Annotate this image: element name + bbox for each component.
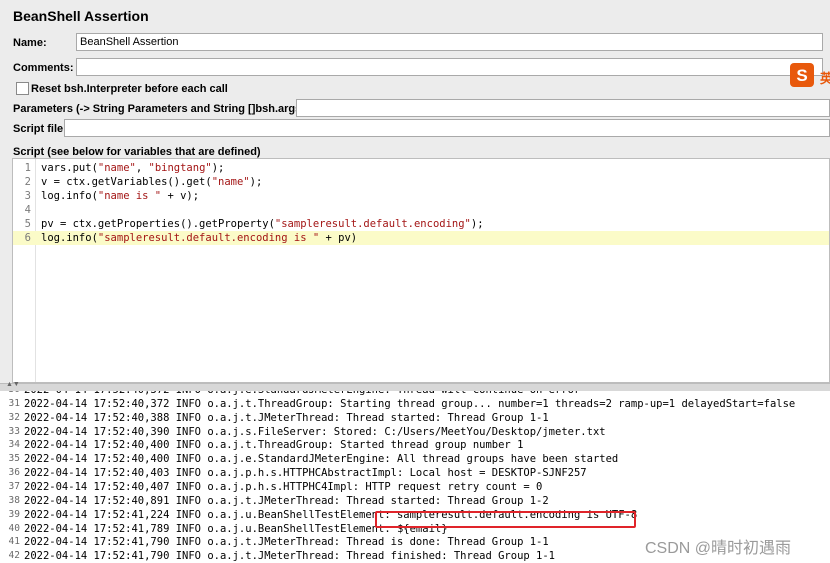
log-line-text: 2022-04-14 17:52:40,891 INFO o.a.j.t.JMe…: [24, 494, 549, 507]
log-line-number: 40: [8, 522, 20, 534]
script-line-number: 6: [24, 232, 31, 244]
script-line-number: 5: [24, 218, 31, 230]
script-line-text: pv = ctx.getProperties().getProperty("sa…: [41, 218, 484, 230]
log-line-number: 37: [8, 480, 20, 492]
script-line-number: 2: [24, 176, 31, 188]
input-method-mode-label[interactable]: 英: [820, 68, 830, 87]
panel-title: BeanShell Assertion: [13, 8, 149, 24]
log-line-text: 2022-04-14 17:52:40,400 INFO o.a.j.e.Sta…: [24, 453, 619, 466]
log-line: 33 2022-04-14 17:52:40,390 INFO o.a.j.s.F…: [0, 425, 830, 439]
annotation-highlight-box: [375, 511, 636, 528]
script-line-number: 1: [24, 162, 31, 174]
log-line-number: 31: [8, 397, 20, 409]
log-line-text: 2022-04-14 17:52:40,390 INFO o.a.j.s.Fil…: [24, 425, 606, 438]
script-label: Script (see below for variables that are…: [13, 146, 261, 158]
script-line-text: v = ctx.getVariables().get("name");: [41, 176, 263, 188]
log-line-text: 2022-04-14 17:52:40,407 INFO o.a.j.p.h.s…: [24, 480, 543, 493]
log-line-number: 32: [8, 411, 20, 423]
reset-interpreter-label: Reset bsh.Interpreter before each call: [31, 83, 228, 95]
sogou-input-icon[interactable]: S: [789, 62, 819, 88]
name-label: Name:: [13, 37, 47, 49]
log-line-text: 2022-04-14 17:52:41,790 INFO o.a.j.t.JMe…: [24, 536, 549, 549]
script-line[interactable]: 3 log.info("name is " + v);: [13, 189, 829, 203]
log-line-number: 35: [8, 453, 20, 465]
script-editor[interactable]: 1 vars.put("name", "bingtang"); 2 v = ctx.g…: [12, 158, 830, 383]
script-file-label: Script file: [13, 123, 64, 135]
script-line-text: vars.put("name", "bingtang");: [41, 162, 225, 174]
log-line-number: 34: [8, 439, 20, 451]
log-line: 38 2022-04-14 17:52:40,891 INFO o.a.j.t.J…: [0, 494, 830, 508]
script-line-text: log.info("name is " + v);: [41, 190, 200, 202]
log-line-number: 39: [8, 508, 20, 520]
script-line[interactable]: 2 v = ctx.getVariables().get("name");: [13, 175, 829, 189]
script-line-number: 3: [24, 190, 31, 202]
parameters-label: Parameters (-> String Parameters and Str…: [13, 103, 305, 115]
log-line-text: 2022-04-14 17:52:40,372 INFO o.a.j.t.Thr…: [24, 397, 796, 410]
script-line[interactable]: 6 log.info("sampleresult.default.encoding…: [13, 231, 829, 245]
log-line-text: 2022-04-14 17:52:40,400 INFO o.a.j.t.Thr…: [24, 439, 524, 452]
split-pane-divider[interactable]: [0, 383, 830, 391]
comments-field[interactable]: [76, 58, 823, 76]
log-line: 32 2022-04-14 17:52:40,388 INFO o.a.j.t.J…: [0, 411, 830, 425]
script-line[interactable]: 5 pv = ctx.getProperties().getProperty("s…: [13, 217, 829, 231]
name-field[interactable]: BeanShell Assertion: [76, 33, 823, 51]
log-line: 36 2022-04-14 17:52:40,403 INFO o.a.j.p.h…: [0, 466, 830, 480]
log-line-text: 2022-04-14 17:52:40,388 INFO o.a.j.t.JMe…: [24, 411, 549, 424]
script-line-text: log.info("sampleresult.default.encoding …: [41, 232, 358, 244]
log-line: 34 2022-04-14 17:52:40,400 INFO o.a.j.t.T…: [0, 438, 830, 452]
script-line[interactable]: 4: [13, 203, 829, 217]
splitter-arrows-icon[interactable]: ▲▼: [6, 381, 20, 388]
parameters-field[interactable]: [296, 99, 830, 117]
log-line: 37 2022-04-14 17:52:40,407 INFO o.a.j.p.h…: [0, 480, 830, 494]
log-line-number: 36: [8, 467, 20, 479]
log-line: 35 2022-04-14 17:52:40,400 INFO o.a.j.e.S…: [0, 452, 830, 466]
log-line-number: 41: [8, 536, 20, 548]
log-line-number: 42: [8, 550, 20, 562]
script-line[interactable]: 1 vars.put("name", "bingtang");: [13, 161, 829, 175]
script-line-number: 4: [24, 204, 31, 216]
watermark: CSDN @晴时初遇雨: [645, 540, 792, 557]
script-file-field[interactable]: [64, 119, 830, 137]
log-line-text: 2022-04-14 17:52:40,403 INFO o.a.j.p.h.s…: [24, 467, 587, 480]
reset-interpreter-checkbox[interactable]: [16, 82, 29, 95]
log-line: 31 2022-04-14 17:52:40,372 INFO o.a.j.t.T…: [0, 397, 830, 411]
log-line-number: 38: [8, 494, 20, 506]
log-line-text: 2022-04-14 17:52:41,790 INFO o.a.j.t.JMe…: [24, 550, 556, 563]
svg-text:S: S: [796, 66, 807, 85]
comments-label: Comments:: [13, 62, 74, 74]
log-line-number: 33: [8, 425, 20, 437]
